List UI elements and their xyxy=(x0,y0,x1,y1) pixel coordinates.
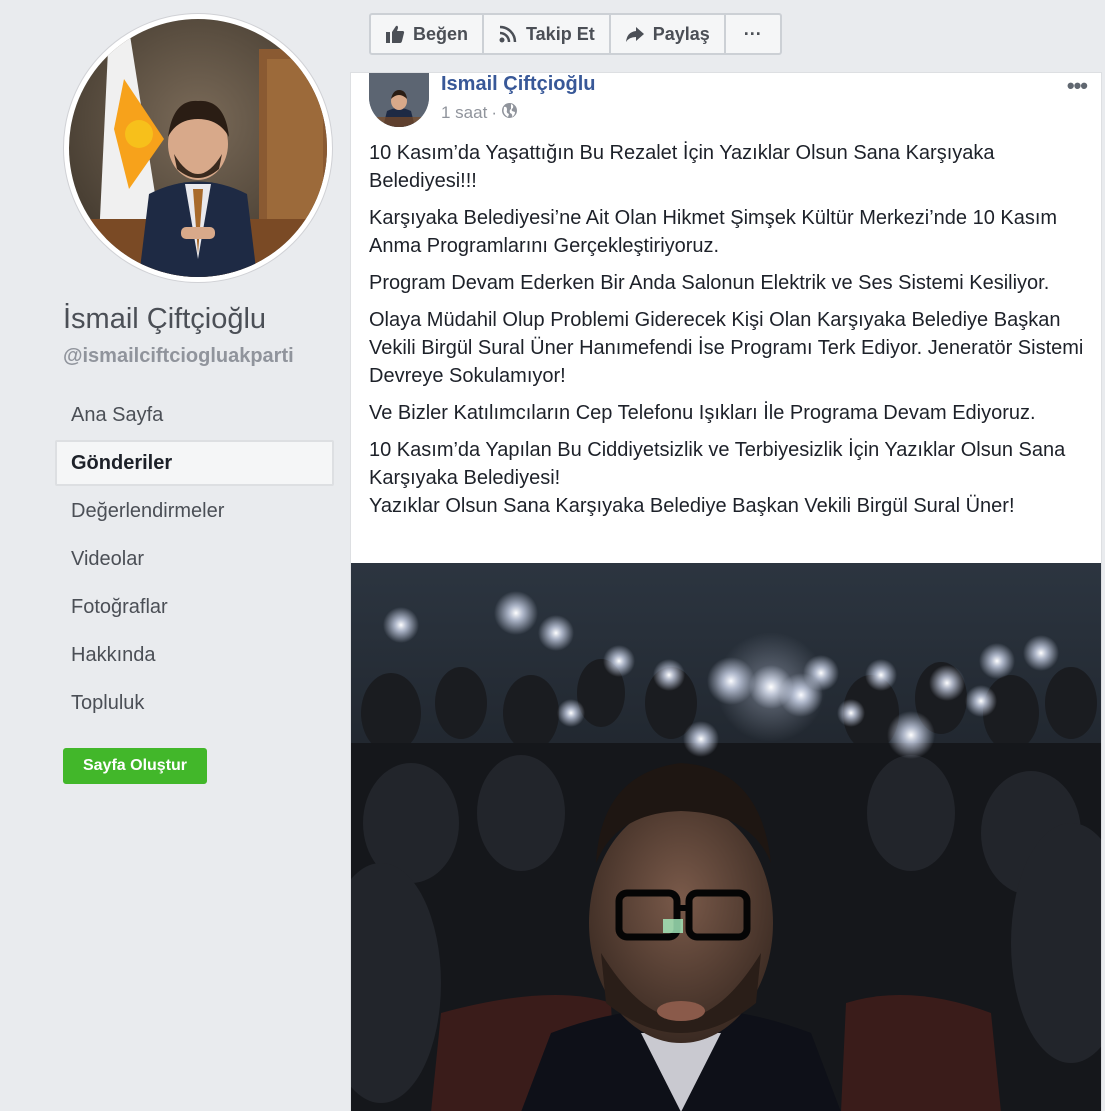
rss-icon xyxy=(498,24,518,44)
author-avatar[interactable] xyxy=(369,73,429,127)
page-handle[interactable]: @ismailciftciogluakparti xyxy=(63,345,294,368)
page-nav: Ana Sayfa Gönderiler Değerlendirmeler Vi… xyxy=(55,392,334,728)
post-paragraph: Program Devam Ederken Bir Anda Salonun E… xyxy=(369,272,1050,294)
post-paragraph: 10 Kasım’da Yaşattığın Bu Rezalet İçin Y… xyxy=(369,142,995,192)
share-label: Paylaş xyxy=(652,23,710,44)
nav-item-home[interactable]: Ana Sayfa xyxy=(55,392,334,438)
follow-button[interactable]: Takip Et xyxy=(484,15,611,53)
post-photo[interactable] xyxy=(351,563,1101,1111)
like-label: Beğen xyxy=(413,23,469,44)
post-paragraph: 10 Kasım’da Yapılan Bu Ciddiyetsizlik ve… xyxy=(369,436,1089,520)
post-author-name[interactable]: Ismail Çiftçioğlu xyxy=(441,73,595,96)
page-action-bar: Beğen Takip Et Paylaş ··· xyxy=(369,13,782,55)
post-paragraph: Olaya Müdahil Olup Problemi Giderecek Ki… xyxy=(369,309,1084,387)
nav-item-about[interactable]: Hakkında xyxy=(55,632,334,678)
post-meta: 1 saat · xyxy=(441,102,518,124)
globe-icon[interactable] xyxy=(501,102,518,124)
nav-item-reviews[interactable]: Değerlendirmeler xyxy=(55,488,334,534)
share-button[interactable]: Paylaş xyxy=(611,15,726,53)
post-paragraph: Ve Bizler Katılımcıların Cep Telefonu Iş… xyxy=(369,402,1036,424)
post-options-button[interactable]: ••• xyxy=(1067,73,1088,99)
nav-item-posts[interactable]: Gönderiler xyxy=(55,440,334,486)
follow-label: Takip Et xyxy=(526,23,595,44)
post-timestamp[interactable]: 1 saat xyxy=(441,103,487,123)
more-dots-icon[interactable]: ··· xyxy=(726,15,780,53)
left-sidebar: İsmail Çiftçioğlu @ismailciftciogluakpar… xyxy=(0,0,350,1111)
create-page-button[interactable]: Sayfa Oluştur xyxy=(63,748,207,784)
thumbs-up-icon xyxy=(385,24,405,44)
post-paragraph: Karşıyaka Belediyesi’ne Ait Olan Hikmet … xyxy=(369,207,1058,257)
page-name[interactable]: İsmail Çiftçioğlu xyxy=(63,303,266,336)
post-card: Ismail Çiftçioğlu 1 saat · ••• 10 Kasım’… xyxy=(350,72,1102,1111)
post-text: 10 Kasım’da Yaşattığın Bu Rezalet İçin Y… xyxy=(369,139,1089,520)
meta-separator: · xyxy=(491,103,497,122)
share-arrow-icon xyxy=(625,24,645,44)
profile-picture[interactable] xyxy=(63,13,333,283)
like-button[interactable]: Beğen xyxy=(371,15,485,53)
closing-line-2: Yazıklar Olsun Sana Karşıyaka Belediye B… xyxy=(369,495,1015,517)
nav-item-community[interactable]: Topluluk xyxy=(55,680,334,726)
nav-item-photos[interactable]: Fotoğraflar xyxy=(55,584,334,630)
nav-item-videos[interactable]: Videolar xyxy=(55,536,334,582)
closing-line-1: 10 Kasım’da Yapılan Bu Ciddiyetsizlik ve… xyxy=(369,439,1066,489)
